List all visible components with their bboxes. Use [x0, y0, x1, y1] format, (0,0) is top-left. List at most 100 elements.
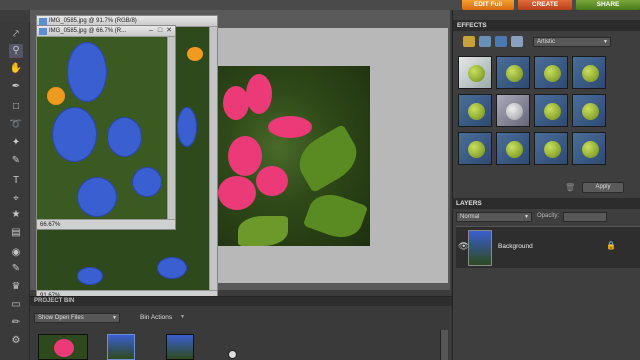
- effect-thumbnail[interactable]: [534, 56, 568, 89]
- red-eye-tool-icon[interactable]: ◉: [9, 246, 23, 260]
- show-files-dropdown[interactable]: Show Open Files ▼: [34, 313, 120, 323]
- zoom-tool-icon[interactable]: ⚲: [9, 44, 23, 58]
- eyedropper-tool-icon[interactable]: ✒: [9, 80, 23, 94]
- effect-thumbnail[interactable]: [496, 94, 530, 127]
- create-button[interactable]: CREATE: [518, 0, 572, 10]
- document-title: IMG_0585.jpg @ 66.7% (R...: [49, 28, 127, 34]
- show-all-icon[interactable]: [511, 36, 523, 47]
- share-button[interactable]: SHARE: [576, 0, 640, 10]
- chevron-down-icon: ▼: [524, 214, 529, 220]
- effect-preview: [468, 141, 485, 158]
- effect-thumbnail[interactable]: [458, 56, 492, 89]
- effect-thumbnail[interactable]: [572, 132, 606, 165]
- effect-thumbnail[interactable]: [496, 56, 530, 89]
- layer-styles-icon[interactable]: [479, 36, 491, 47]
- flower-petal: [268, 116, 312, 138]
- bin-actions-menu[interactable]: Bin Actions: [140, 314, 172, 321]
- bin-thumbnail-pink-flower[interactable]: [38, 334, 88, 360]
- layers-panel-header[interactable]: LAYERS: [452, 198, 640, 209]
- effect-thumbnail[interactable]: [534, 94, 568, 127]
- vertical-scrollbar[interactable]: [209, 27, 217, 291]
- marquee-tool-icon[interactable]: □: [9, 100, 23, 114]
- document-icon: [39, 18, 47, 25]
- trash-icon[interactable]: 🗑: [565, 183, 575, 192]
- bin-scrollbar[interactable]: [440, 330, 448, 360]
- effect-preview: [582, 103, 599, 120]
- document-title-bar[interactable]: IMG_0585.jpg @ 66.7% (R... – □ ✕: [37, 26, 175, 37]
- eraser-tool-icon[interactable]: ▭: [9, 298, 23, 312]
- effect-preview: [506, 65, 523, 82]
- blue-bloom: [157, 257, 187, 279]
- sponge-tool-icon[interactable]: ⚙: [9, 334, 23, 348]
- blue-bloom: [67, 42, 107, 102]
- type-tool-icon[interactable]: T: [9, 174, 23, 188]
- effect-thumbnail[interactable]: [496, 132, 530, 165]
- move-tool-icon[interactable]: ⤤: [9, 28, 23, 42]
- opacity-label: Opacity:: [537, 213, 560, 219]
- project-bin: PROJECT BIN Show Open Files ▼ Bin Action…: [30, 296, 452, 360]
- selection-brush-tool-icon[interactable]: ✎: [9, 154, 23, 168]
- effect-thumbnail[interactable]: [572, 56, 606, 89]
- flower-preview: [54, 339, 74, 357]
- maximize-icon[interactable]: □: [156, 27, 164, 35]
- leaf-shape: [302, 187, 369, 245]
- document-window-small[interactable]: IMG_0585.jpg @ 66.7% (R... – □ ✕ 66.67%: [36, 25, 176, 230]
- orange-bloom: [187, 47, 203, 61]
- chevron-down-icon: ▼: [112, 315, 117, 321]
- effect-thumbnail[interactable]: [572, 94, 606, 127]
- vertical-scrollbar[interactable]: [167, 37, 175, 219]
- pink-flower-photo[interactable]: [218, 66, 370, 246]
- cursor-busy-icon: [228, 350, 237, 359]
- effects-panel-header[interactable]: EFFECTS: [453, 20, 640, 31]
- magic-wand-tool-icon[interactable]: ✦: [9, 136, 23, 150]
- bin-thumbnail-blue-flower-2[interactable]: [166, 334, 194, 360]
- layer-row-background[interactable]: 👁 Background 🔒: [456, 226, 640, 268]
- chevron-down-icon: ▼: [603, 39, 608, 45]
- chevron-down-icon: ▼: [180, 314, 185, 320]
- bin-thumbnail-blue-flower-1[interactable]: [107, 334, 135, 360]
- effect-thumbnail[interactable]: [458, 132, 492, 165]
- effect-thumbnail[interactable]: [534, 132, 568, 165]
- orange-bloom: [47, 87, 65, 105]
- effects-category-dropdown[interactable]: Artistic ▼: [533, 37, 611, 47]
- effect-preview: [544, 103, 561, 120]
- effect-preview: [582, 141, 599, 158]
- flower-petal: [256, 166, 288, 196]
- blend-mode-value: Normal: [460, 214, 480, 220]
- apply-button[interactable]: Apply: [582, 182, 624, 193]
- effect-preview: [506, 103, 523, 120]
- straighten-tool-icon[interactable]: ▤: [9, 226, 23, 240]
- effect-preview: [506, 141, 523, 158]
- toolbox: ⤤ ⚲ ✋ ✒ □ ➰ ✦ ✎ T ⌖ ★ ▤ ◉ ✎ ♛ ▭ ✏ ⚙: [0, 22, 30, 360]
- blend-mode-dropdown[interactable]: Normal ▼: [456, 212, 532, 222]
- blue-bloom: [77, 177, 117, 217]
- effects-category-value: Artistic: [537, 39, 555, 45]
- effect-thumbnail[interactable]: [458, 94, 492, 127]
- blue-flower-photo-small[interactable]: [37, 37, 167, 219]
- flower-petal: [218, 176, 256, 210]
- cookie-cutter-tool-icon[interactable]: ★: [9, 208, 23, 222]
- effect-preview: [468, 65, 485, 82]
- healing-brush-tool-icon[interactable]: ✎: [9, 262, 23, 276]
- opacity-field[interactable]: [563, 212, 607, 222]
- filters-icon[interactable]: [463, 36, 475, 47]
- lasso-tool-icon[interactable]: ➰: [9, 118, 23, 132]
- close-icon[interactable]: ✕: [165, 27, 173, 35]
- pencil-tool-icon[interactable]: ✏: [9, 316, 23, 330]
- effect-preview: [468, 103, 485, 120]
- effect-preview: [544, 141, 561, 158]
- edit-full-button[interactable]: EDIT Full: [462, 0, 514, 10]
- top-menu-bar: EDIT Full CREATE SHARE: [0, 0, 640, 10]
- lock-icon: 🔒: [606, 241, 616, 250]
- minimize-icon[interactable]: –: [147, 27, 155, 35]
- project-bin-header[interactable]: PROJECT BIN: [30, 297, 452, 306]
- layer-name: Background: [498, 243, 533, 250]
- zoom-level: 66.67%: [40, 222, 61, 228]
- hand-tool-icon[interactable]: ✋: [9, 62, 23, 76]
- clone-stamp-tool-icon[interactable]: ♛: [9, 280, 23, 294]
- flower-petal: [246, 74, 272, 114]
- photo-effects-icon[interactable]: [495, 36, 507, 47]
- blue-bloom: [107, 117, 142, 157]
- flower-petal: [228, 136, 262, 176]
- crop-tool-icon[interactable]: ⌖: [9, 192, 23, 206]
